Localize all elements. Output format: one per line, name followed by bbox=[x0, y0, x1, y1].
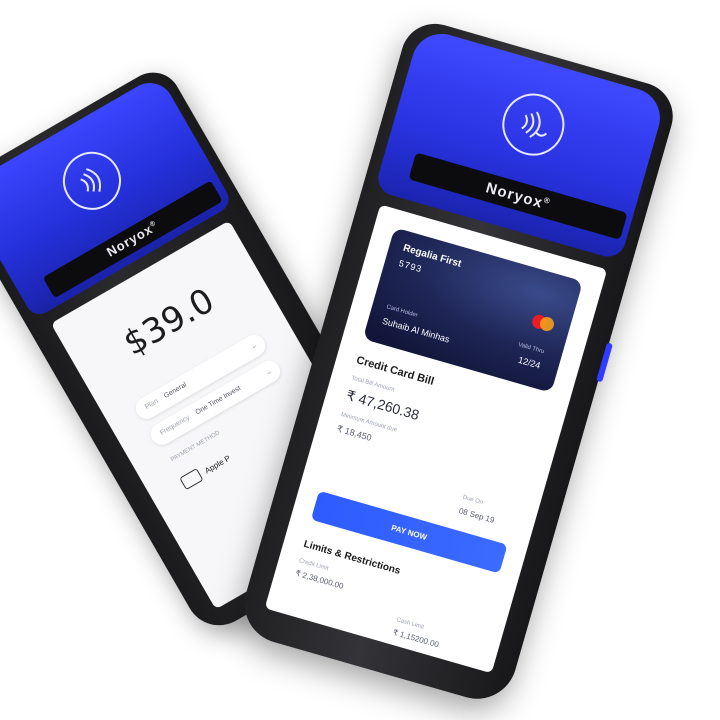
due-label: Due On bbox=[461, 494, 484, 507]
valid-thru-label: Valid Thru bbox=[517, 342, 545, 356]
field-key: Frequency bbox=[158, 414, 192, 437]
cash-limit-value: ₹ 1,15200.00 bbox=[391, 627, 440, 650]
limits-title: Limits & Restrictions bbox=[302, 538, 402, 577]
chevron-down-icon: ⌄ bbox=[248, 340, 259, 352]
payment-option[interactable]: Apple P bbox=[178, 449, 234, 492]
product-photo: Noryox® $39.0 Plan General ⌄ Frequency O… bbox=[0, 0, 720, 720]
brand-name: Noryox bbox=[483, 179, 546, 212]
credit-limit-value: ₹ 2,38,000.00 bbox=[294, 568, 345, 591]
contactless-icon bbox=[495, 86, 572, 163]
contactless-icon bbox=[52, 141, 132, 221]
due-date: 08 Sep 19 bbox=[457, 506, 496, 525]
chevron-down-icon: ⌄ bbox=[263, 365, 274, 378]
card-holder-name: Suhaib Al Minhas bbox=[381, 315, 451, 345]
right-screen: Regalia First 5793 Card Holder Suhaib Al… bbox=[264, 204, 608, 674]
mastercard-icon bbox=[530, 313, 556, 333]
field-value: One Time Invest bbox=[194, 384, 243, 417]
card-icon bbox=[179, 468, 204, 491]
brand-mark: ® bbox=[542, 195, 552, 207]
field-value: General bbox=[162, 381, 189, 400]
valid-thru-value: 12/24 bbox=[517, 354, 542, 371]
minimum-amount: ₹ 18,450 bbox=[335, 423, 373, 443]
card-number: 5793 bbox=[397, 258, 424, 275]
payment-option-label: Apple P bbox=[203, 453, 232, 475]
field-key: Plan bbox=[143, 397, 160, 411]
